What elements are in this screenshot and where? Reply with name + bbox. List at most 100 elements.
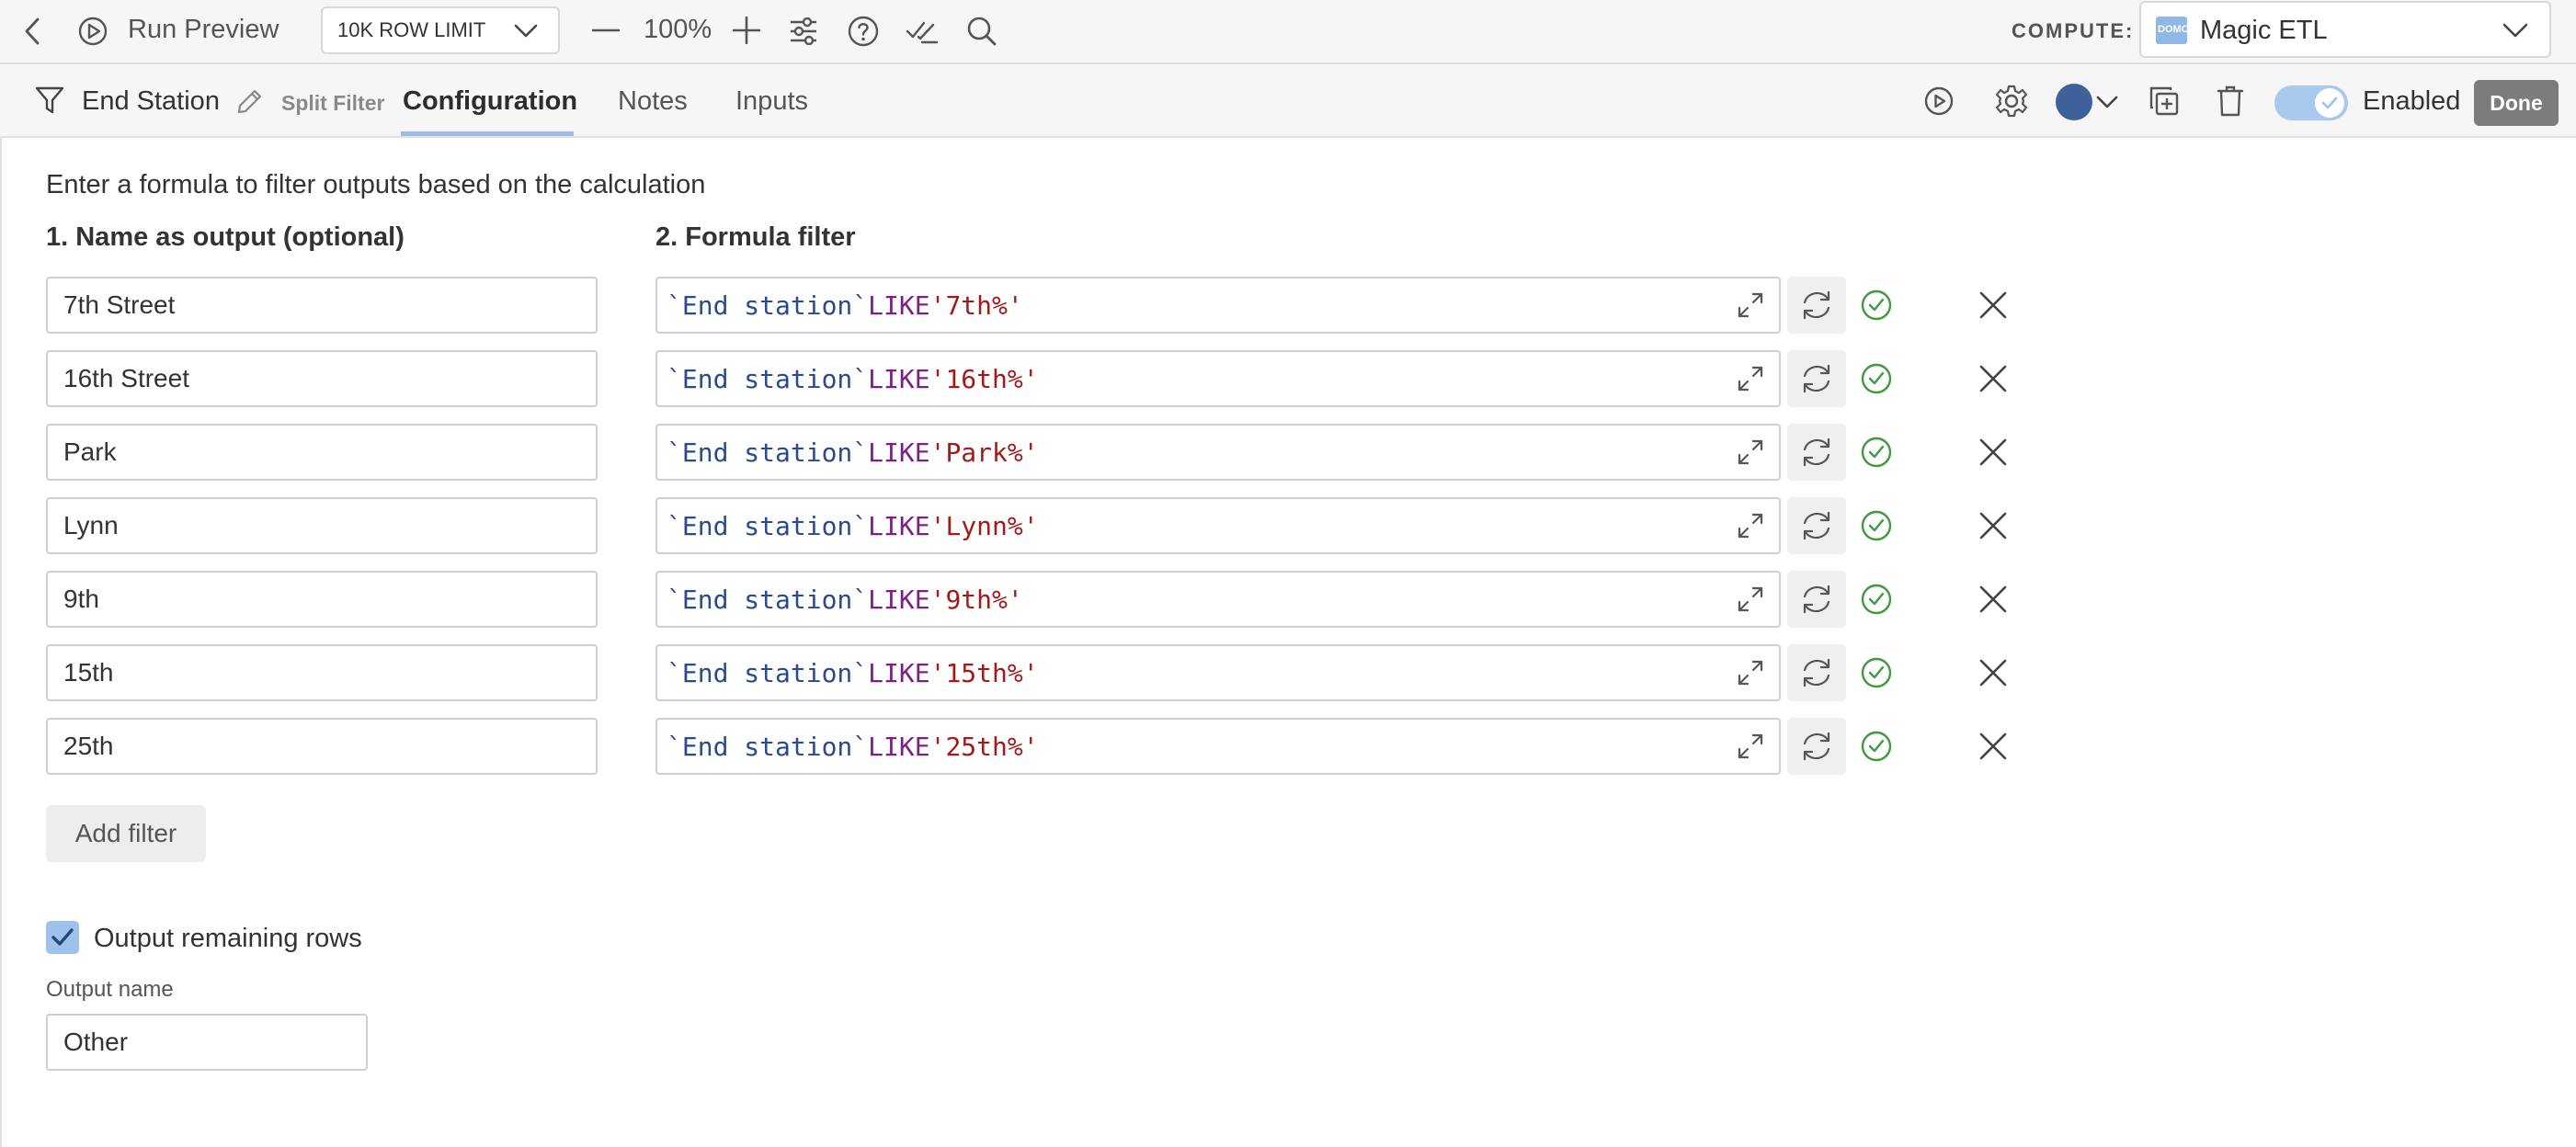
expand-icon[interactable] (1732, 728, 1769, 765)
formula-pattern-token: 'Lynn%' (929, 510, 1039, 541)
formula-pattern-token: '16th%' (929, 363, 1039, 394)
expand-icon[interactable] (1732, 507, 1769, 544)
name-column-header: 1. Name as output (optional) (46, 222, 405, 252)
compute-logo-text: DOMO (2158, 24, 2187, 35)
zoom-level: 100% (644, 15, 712, 44)
run-preview-label: Run Preview (128, 15, 279, 44)
play-circle-icon[interactable] (1921, 84, 1956, 119)
toggle-knob (2315, 88, 2344, 118)
expand-icon[interactable] (1732, 360, 1769, 397)
tile-header: End Station Split Filter Configuration N… (0, 64, 2576, 138)
config-description: Enter a formula to filter outputs based … (46, 170, 706, 199)
formula-field-token: `End station` (667, 363, 869, 394)
close-icon[interactable] (1975, 360, 2012, 397)
tab-configuration[interactable]: Configuration (403, 86, 577, 117)
zoom-in-icon[interactable] (731, 15, 762, 46)
refresh-icon[interactable] (1787, 644, 1846, 701)
expand-icon[interactable] (1732, 654, 1769, 691)
formula-input[interactable]: `End station` LIKE '7th%' (655, 277, 1781, 334)
active-tab-indicator (401, 131, 574, 136)
search-icon[interactable] (964, 14, 999, 49)
validate-formulas-icon[interactable] (905, 15, 940, 48)
formula-input[interactable]: `End station` LIKE 'Park%' (655, 424, 1781, 481)
formula-operator-token: LIKE (868, 290, 930, 321)
color-swatch (2056, 84, 2092, 120)
formula-operator-token: LIKE (868, 731, 930, 762)
valid-check-icon (1859, 361, 1894, 396)
formula-input[interactable]: `End station` LIKE '9th%' (655, 571, 1781, 628)
expand-icon[interactable] (1732, 287, 1769, 324)
row-limit-value: 10K ROW LIMIT (337, 18, 486, 41)
formula-input[interactable]: `End station` LIKE '15th%' (655, 644, 1781, 701)
enabled-label: Enabled (2363, 86, 2461, 116)
duplicate-icon[interactable] (2148, 85, 2181, 118)
refresh-icon[interactable] (1787, 424, 1846, 481)
formula-column-header: 2. Formula filter (655, 222, 856, 252)
formula-input[interactable]: `End station` LIKE 'Lynn%' (655, 497, 1781, 554)
close-icon[interactable] (1975, 507, 2012, 544)
close-icon[interactable] (1975, 581, 2012, 618)
sliders-icon[interactable] (787, 15, 820, 48)
close-icon[interactable] (1975, 287, 2012, 324)
compute-engine-value: Magic ETL (2200, 16, 2328, 45)
compute-label: COMPUTE: (2012, 19, 2135, 42)
formula-input[interactable]: `End station` LIKE '25th%' (655, 718, 1781, 775)
filter-name-input[interactable]: Lynn (46, 497, 598, 554)
filter-name-input[interactable]: 15th (46, 644, 598, 701)
expand-icon[interactable] (1732, 434, 1769, 471)
formula-operator-token: LIKE (868, 510, 930, 541)
formula-pattern-token: '15th%' (929, 657, 1039, 688)
color-picker[interactable] (2056, 84, 2120, 120)
gear-icon[interactable] (1993, 83, 2030, 119)
compute-select[interactable]: DOMO Magic ETL (2139, 1, 2551, 58)
formula-field-token: `End station` (667, 584, 869, 615)
filter-name-input[interactable]: 7th Street (46, 277, 598, 334)
formula-pattern-token: 'Park%' (929, 437, 1039, 468)
domo-logo-icon: DOMO (2156, 17, 2187, 44)
refresh-icon[interactable] (1787, 571, 1846, 628)
formula-operator-token: LIKE (868, 584, 930, 615)
formula-field-token: `End station` (667, 657, 869, 688)
done-button[interactable]: Done (2474, 80, 2559, 126)
refresh-icon[interactable] (1787, 497, 1846, 554)
filter-name-input[interactable]: 9th (46, 571, 598, 628)
close-icon[interactable] (1975, 434, 2012, 471)
zoom-out-icon[interactable] (590, 17, 621, 44)
refresh-icon[interactable] (1787, 277, 1846, 334)
back-icon[interactable] (17, 13, 50, 50)
formula-pattern-token: '9th%' (929, 584, 1023, 615)
chevron-down-icon (2502, 18, 2529, 42)
panel-left-border (0, 138, 2, 1147)
help-icon[interactable] (846, 14, 881, 49)
close-icon[interactable] (1975, 728, 2012, 765)
formula-operator-token: LIKE (868, 437, 930, 468)
filter-funnel-icon (33, 84, 66, 117)
filter-name-input[interactable]: 16th Street (46, 350, 598, 407)
tab-inputs[interactable]: Inputs (735, 86, 808, 117)
formula-pattern-token: '25th%' (929, 731, 1039, 762)
valid-check-icon (1859, 435, 1894, 470)
formula-field-token: `End station` (667, 437, 869, 468)
output-remaining-checkbox[interactable] (46, 921, 79, 954)
valid-check-icon (1859, 508, 1894, 543)
expand-icon[interactable] (1732, 581, 1769, 618)
formula-operator-token: LIKE (868, 657, 930, 688)
filter-name-input[interactable]: Park (46, 424, 598, 481)
top-toolbar: Run Preview 10K ROW LIMIT 100% COMPUTE: … (0, 0, 2576, 64)
formula-input[interactable]: `End station` LIKE '16th%' (655, 350, 1781, 407)
tab-notes[interactable]: Notes (618, 86, 688, 117)
add-filter-button[interactable]: Add filter (46, 805, 206, 862)
edit-pencil-icon[interactable] (234, 85, 266, 117)
row-limit-select[interactable]: 10K ROW LIMIT (321, 6, 560, 54)
refresh-icon[interactable] (1787, 350, 1846, 407)
valid-check-icon (1859, 288, 1894, 323)
refresh-icon[interactable] (1787, 718, 1846, 775)
formula-field-token: `End station` (667, 510, 869, 541)
enabled-toggle[interactable] (2274, 85, 2348, 120)
close-icon[interactable] (1975, 654, 2012, 691)
valid-check-icon (1859, 582, 1894, 617)
trash-icon[interactable] (2214, 83, 2247, 119)
filter-name-input[interactable]: 25th (46, 718, 598, 775)
output-name-input[interactable]: Other (46, 1014, 368, 1071)
valid-check-icon (1859, 729, 1894, 764)
